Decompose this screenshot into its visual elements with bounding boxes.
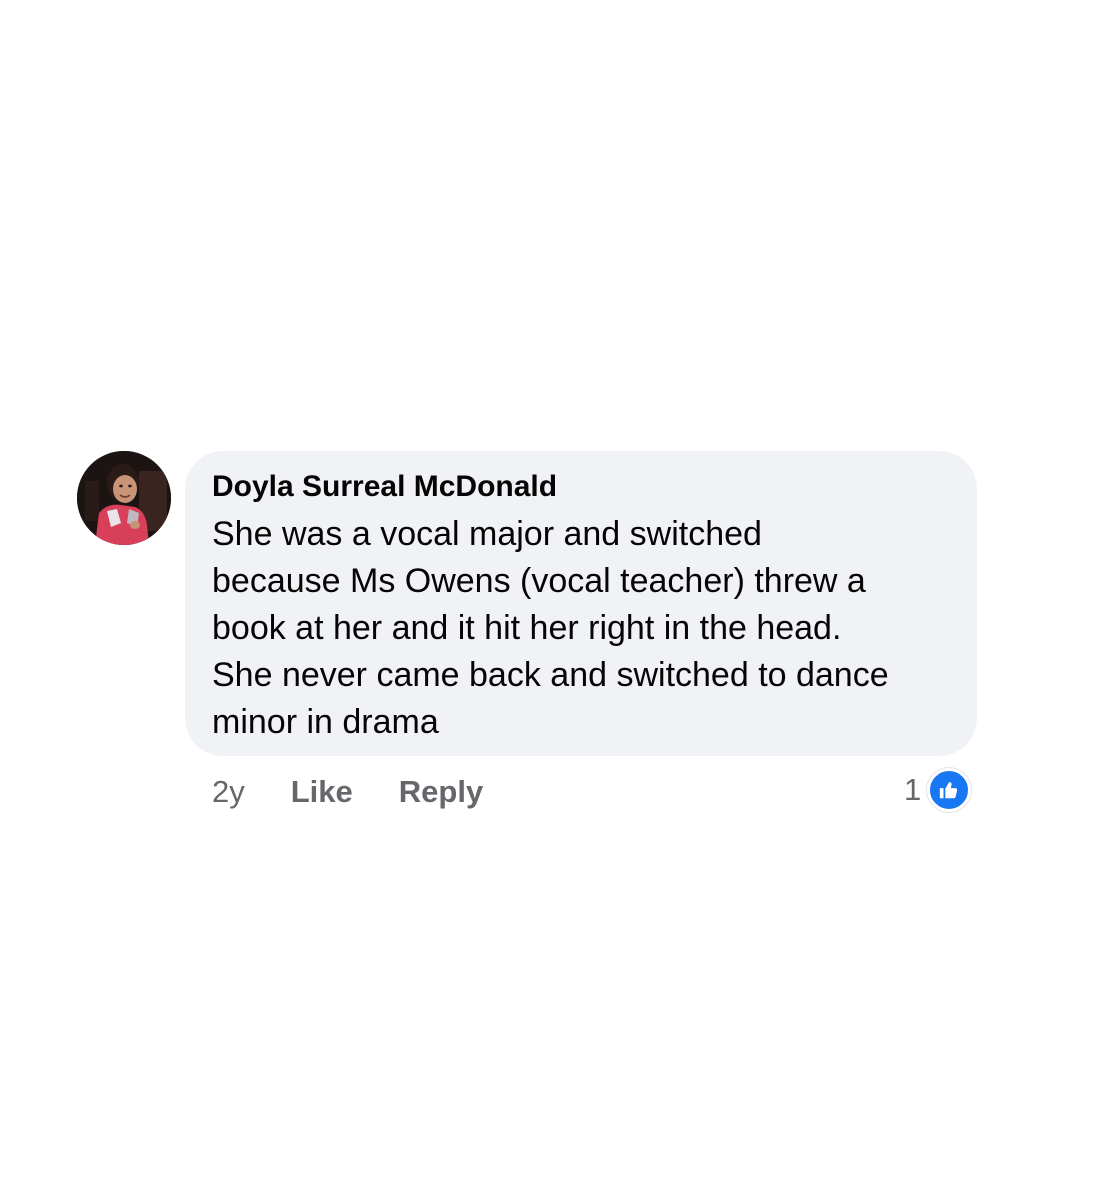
avatar[interactable]	[77, 451, 171, 545]
comment-text-line: because Ms Owens (vocal teacher) threw a	[212, 562, 866, 600]
comment-text-line: book at her and it hit her right in the …	[212, 609, 842, 647]
thumbs-up-icon	[927, 768, 972, 812]
comment-author-name[interactable]: Doyla Surreal McDonald	[212, 469, 947, 505]
reply-button[interactable]: Reply	[399, 774, 483, 810]
comment-text: She was a vocal major and switched becau…	[212, 511, 947, 746]
comment-text-line: minor in drama	[212, 703, 439, 741]
avatar-photo	[77, 451, 171, 545]
comment-text-line: She was a vocal major and switched	[212, 515, 762, 553]
comment-timestamp[interactable]: 2y	[212, 774, 245, 810]
comment-actions: 2y Like Reply	[212, 770, 483, 814]
comment-bubble: Doyla Surreal McDonald She was a vocal m…	[185, 451, 977, 756]
reaction-count: 1	[904, 772, 922, 807]
reaction-summary[interactable]: 1	[904, 768, 972, 812]
like-button[interactable]: Like	[291, 774, 353, 810]
comment-text-line: She never came back and switched to danc…	[212, 656, 889, 694]
